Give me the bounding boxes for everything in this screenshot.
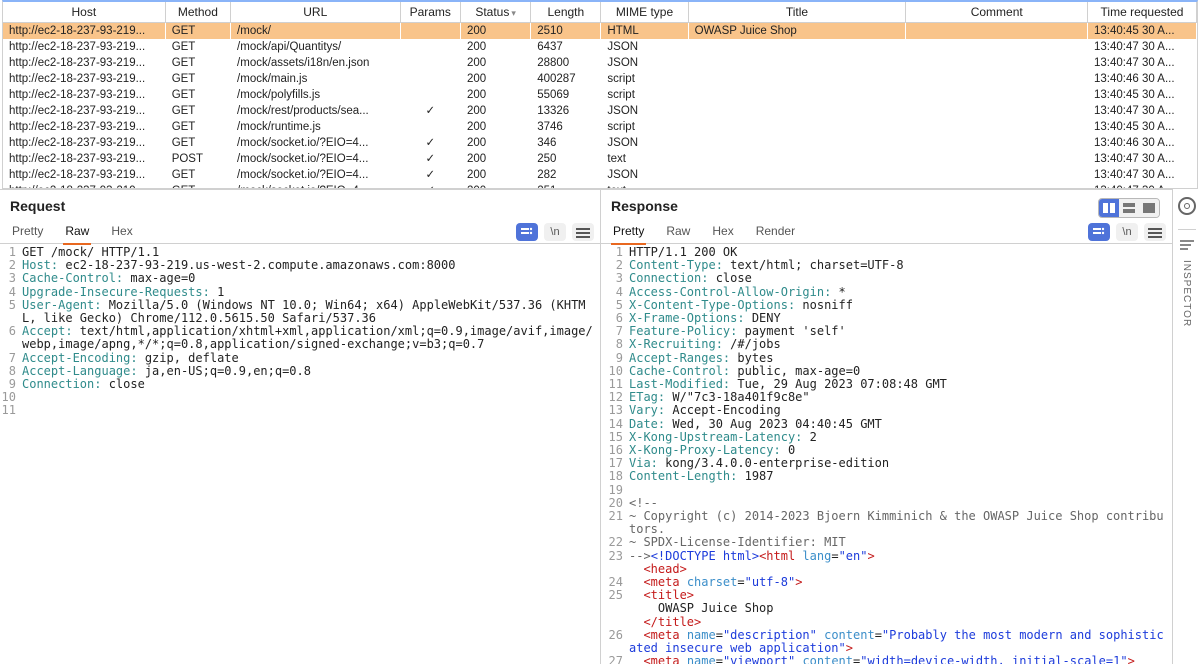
tab-hex[interactable]: Hex <box>109 220 134 243</box>
table-row[interactable]: http://ec2-18-237-93-219...GET/mock/runt… <box>3 119 1197 135</box>
col-title[interactable]: Title <box>688 2 906 23</box>
tab-raw[interactable]: Raw <box>63 220 91 245</box>
col-status[interactable]: Status▾ <box>461 2 531 23</box>
actions-icon[interactable] <box>1088 223 1110 241</box>
col-comment[interactable]: Comment <box>906 2 1088 23</box>
newline-toggle[interactable]: \n <box>544 223 566 241</box>
tab-raw[interactable]: Raw <box>664 220 692 243</box>
request-pane: Request Pretty Raw Hex \n 1GET /mock/ HT… <box>0 189 600 664</box>
request-tabs: Pretty Raw Hex \n <box>0 220 600 244</box>
tab-hex[interactable]: Hex <box>710 220 735 243</box>
tab-render[interactable]: Render <box>754 220 797 243</box>
sort-asc-icon: ▾ <box>511 8 516 18</box>
menu-icon[interactable] <box>572 223 594 241</box>
right-rail: INSPECTOR <box>1172 189 1200 664</box>
col-mime[interactable]: MIME type <box>601 2 688 23</box>
col-host[interactable]: Host <box>3 2 165 23</box>
table-row[interactable]: http://ec2-18-237-93-219...GET/mock/asse… <box>3 55 1197 71</box>
menu-icon[interactable] <box>1144 223 1166 241</box>
inspector-label[interactable]: INSPECTOR <box>1181 260 1192 327</box>
request-title: Request <box>0 190 600 220</box>
col-url[interactable]: URL <box>231 2 400 23</box>
response-pane: Response Pretty Raw Hex Render \n 1HTTP/… <box>600 189 1200 664</box>
response-tabs: Pretty Raw Hex Render \n <box>601 220 1172 244</box>
table-row[interactable]: http://ec2-18-237-93-219...GET/mock/api/… <box>3 39 1197 55</box>
table-row[interactable]: http://ec2-18-237-93-219...POST/mock/soc… <box>3 151 1197 167</box>
request-body[interactable]: 1GET /mock/ HTTP/1.12Host: ec2-18-237-93… <box>0 244 600 664</box>
response-title: Response <box>601 190 1172 220</box>
col-length[interactable]: Length <box>531 2 601 23</box>
gear-icon[interactable] <box>1178 197 1196 215</box>
col-params[interactable]: Params <box>400 2 461 23</box>
tab-pretty[interactable]: Pretty <box>611 220 646 245</box>
col-method[interactable]: Method <box>165 2 230 23</box>
inspector-icon[interactable] <box>1180 240 1194 250</box>
table-row[interactable]: http://ec2-18-237-93-219...GET/mock/rest… <box>3 103 1197 119</box>
newline-toggle[interactable]: \n <box>1116 223 1138 241</box>
response-body[interactable]: 1HTTP/1.1 200 OK2Content-Type: text/html… <box>601 244 1172 664</box>
tab-pretty[interactable]: Pretty <box>10 220 45 243</box>
table-header-row[interactable]: Host Method URL Params Status▾ Length MI… <box>3 2 1197 23</box>
actions-icon[interactable] <box>516 223 538 241</box>
table-row[interactable]: http://ec2-18-237-93-219...GET/mock/sock… <box>3 167 1197 183</box>
http-history-table[interactable]: Host Method URL Params Status▾ Length MI… <box>2 0 1198 189</box>
table-row[interactable]: http://ec2-18-237-93-219...GET/mock/poly… <box>3 87 1197 103</box>
col-time[interactable]: Time requested <box>1088 2 1197 23</box>
table-row[interactable]: http://ec2-18-237-93-219...GET/mock/2002… <box>3 23 1197 40</box>
table-row[interactable]: http://ec2-18-237-93-219...GET/mock/sock… <box>3 135 1197 151</box>
table-row[interactable]: http://ec2-18-237-93-219...GET/mock/main… <box>3 71 1197 87</box>
